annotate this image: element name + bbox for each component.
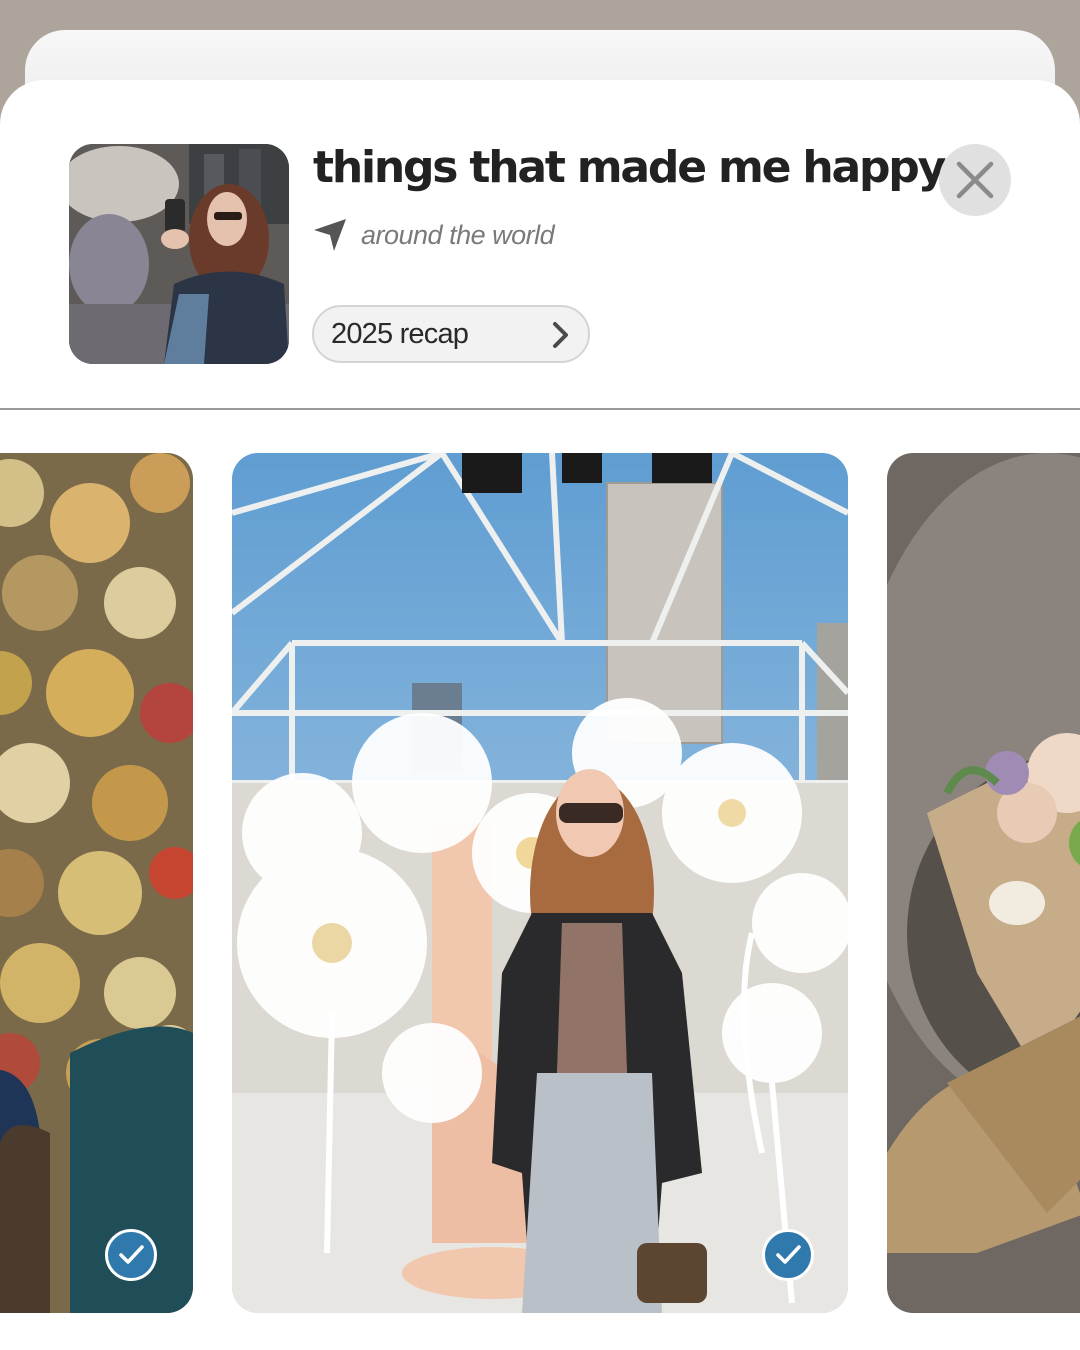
- collection-location: around the world: [313, 215, 555, 255]
- collection-title: things that made me happy: [313, 142, 946, 193]
- recap-label: 2025 recap: [331, 318, 469, 350]
- selected-checkmark[interactable]: [762, 1229, 814, 1281]
- collection-subtitle: around the world: [361, 219, 555, 250]
- cover-image: [69, 144, 289, 364]
- flower-installation-portrait-photo[interactable]: [232, 453, 848, 1313]
- autumn-leaves-image: [0, 453, 193, 1313]
- selected-checkmark[interactable]: [105, 1229, 157, 1281]
- bouquet-image: [887, 453, 1080, 1313]
- flower-bouquet-photo[interactable]: [887, 453, 1080, 1313]
- collection-cover-thumbnail[interactable]: [69, 144, 289, 364]
- collection-sheet: things that made me happy around the wor…: [0, 80, 1080, 1350]
- chevron-right-icon: [553, 322, 568, 348]
- portrait-image: [232, 453, 848, 1313]
- checkmark-icon: [119, 1245, 144, 1264]
- close-button[interactable]: [939, 144, 1011, 216]
- header-divider: [0, 408, 1080, 410]
- checkmark-icon: [776, 1245, 801, 1264]
- location-arrow-icon: [314, 219, 346, 251]
- close-x-icon: [956, 161, 994, 199]
- recap-button[interactable]: 2025 recap: [312, 305, 590, 363]
- autumn-leaves-photo[interactable]: [0, 453, 193, 1313]
